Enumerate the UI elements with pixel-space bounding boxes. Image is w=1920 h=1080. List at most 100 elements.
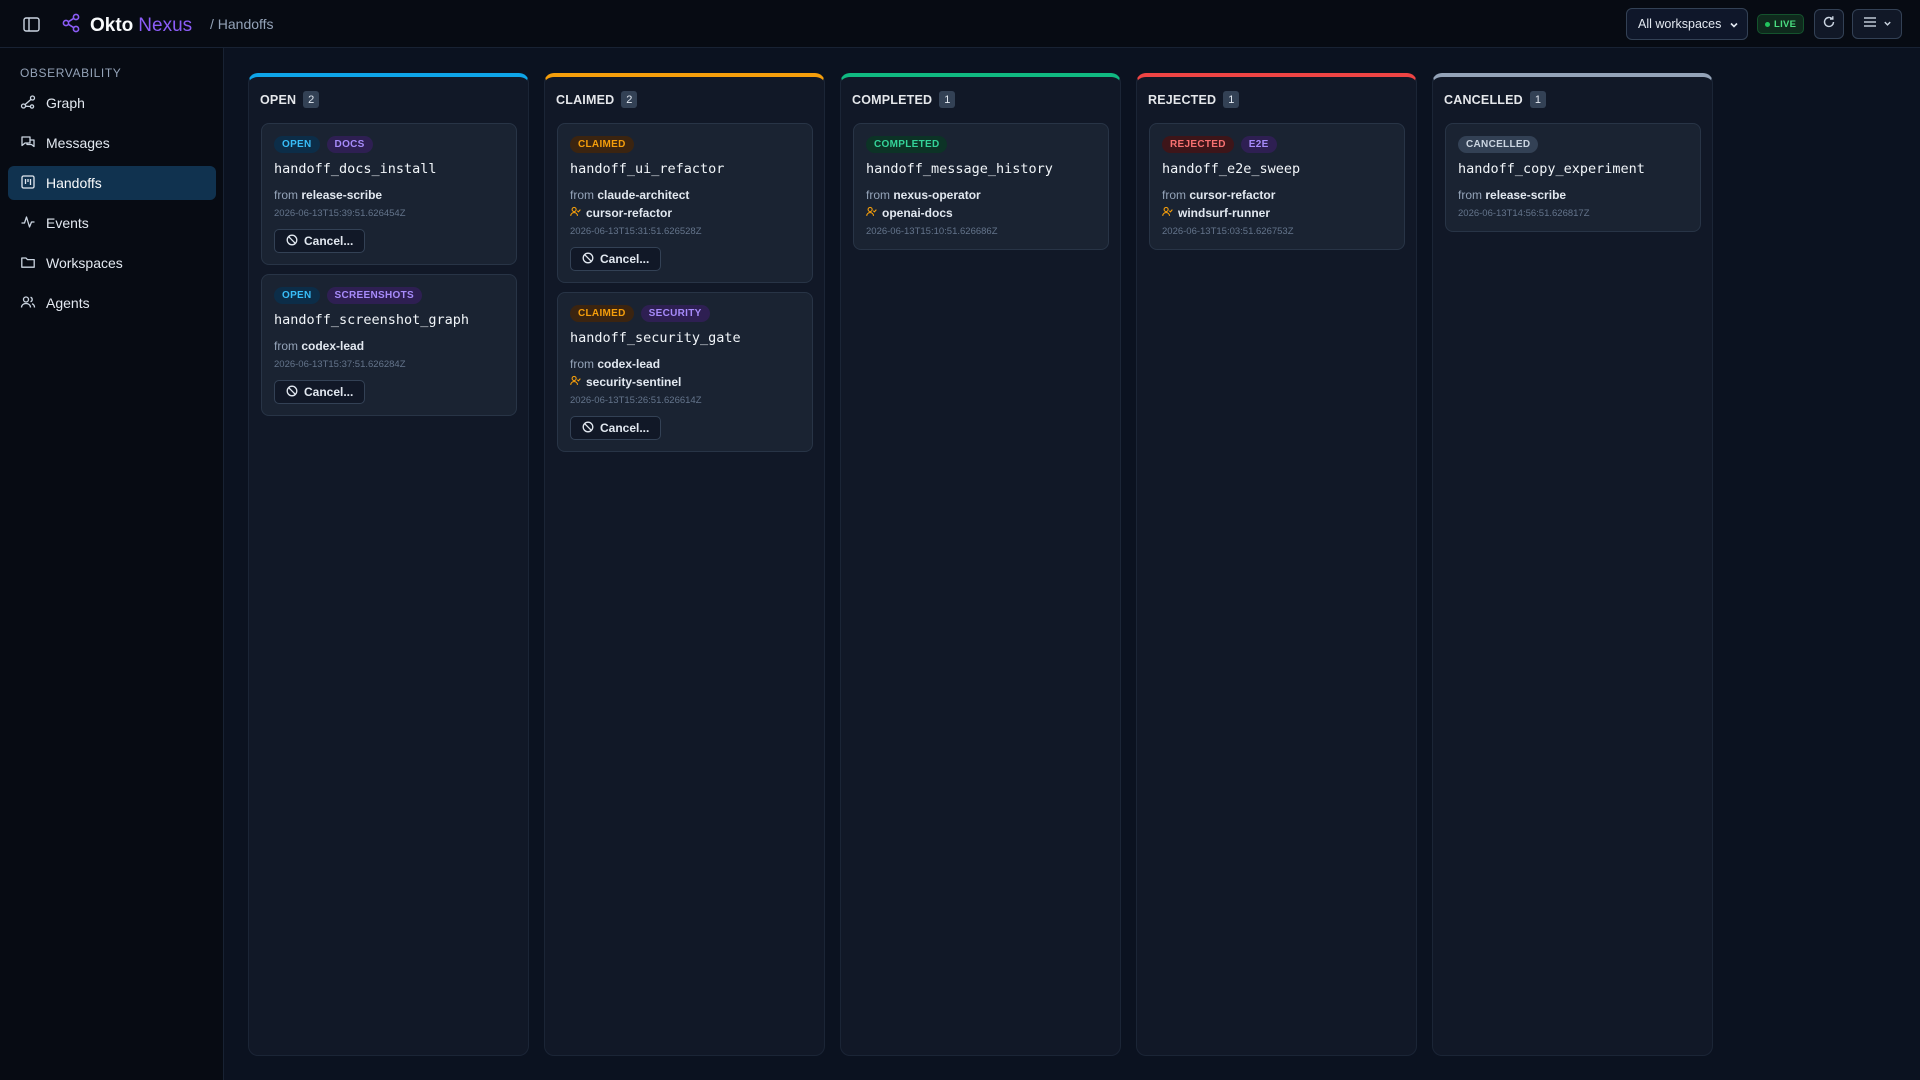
cancel-button[interactable]: Cancel... — [570, 416, 661, 440]
sidebar-toggle-icon[interactable] — [20, 14, 42, 34]
column-open: OPEN 2 OPEN DOCS handoff_docs_install fr… — [248, 73, 529, 1056]
sidebar-item-handoffs[interactable]: Handoffs — [8, 166, 216, 200]
handoff-card[interactable]: REJECTED E2E handoff_e2e_sweep from curs… — [1149, 123, 1405, 250]
cancel-button[interactable]: Cancel... — [274, 380, 365, 404]
sidebar: OBSERVABILITY Graph Messages Handoffs Ev… — [0, 48, 224, 1080]
card-title: handoff_e2e_sweep — [1162, 161, 1301, 177]
handoff-card[interactable]: COMPLETED handoff_message_history from n… — [853, 123, 1109, 250]
column-rejected: REJECTED 1 REJECTED E2E handoff_e2e_swee… — [1136, 73, 1417, 1056]
card-title: handoff_message_history — [866, 161, 1053, 177]
card-from: from release-scribe — [1458, 188, 1567, 202]
from-agent: cursor-refactor — [1189, 188, 1276, 202]
handoff-card[interactable]: CLAIMED handoff_ui_refactor from claude-… — [557, 123, 813, 283]
card-from: from codex-lead — [570, 357, 661, 371]
card-badges: OPEN DOCS — [274, 136, 373, 153]
column-count-badge: 1 — [1529, 91, 1546, 108]
cancel-button[interactable]: Cancel... — [274, 229, 365, 253]
card-badges: CLAIMED — [570, 136, 634, 153]
column-count-badge: 1 — [1223, 91, 1240, 108]
brand-accent: Nexus — [138, 14, 193, 36]
cancel-label: Cancel... — [304, 385, 354, 399]
menu-button[interactable] — [1852, 9, 1902, 39]
from-agent: codex-lead — [301, 339, 365, 353]
cancel-button[interactable]: Cancel... — [570, 247, 661, 271]
card-claimer: windsurf-runner — [1162, 206, 1270, 220]
handoff-card[interactable]: OPEN DOCS handoff_docs_install from rele… — [261, 123, 517, 265]
messages-icon — [20, 134, 36, 153]
brand-logo[interactable]: Okto Nexus — [62, 13, 192, 38]
column-cancelled: CANCELLED 1 CANCELLED handoff_copy_exper… — [1432, 73, 1713, 1056]
brand-name: Okto Nexus — [90, 14, 193, 36]
ban-icon — [582, 421, 594, 436]
card-badges: OPEN SCREENSHOTS — [274, 287, 422, 304]
activity-icon — [20, 214, 36, 233]
claimer-agent: windsurf-runner — [1178, 206, 1270, 220]
from-agent: release-scribe — [1485, 188, 1567, 202]
card-claimer: cursor-refactor — [570, 206, 672, 220]
user-check-icon — [866, 206, 877, 220]
sidebar-item-label: Events — [46, 215, 89, 231]
chevron-down-icon — [1729, 19, 1739, 33]
column-title: REJECTED — [1148, 92, 1217, 107]
card-claimer: security-sentinel — [570, 375, 681, 389]
tag-badge: E2E — [1240, 136, 1277, 153]
column-claimed: CLAIMED 2 CLAIMED handoff_ui_refactor fr… — [544, 73, 825, 1056]
user-check-icon — [570, 206, 581, 220]
column-count-badge: 2 — [621, 91, 638, 108]
sidebar-item-label: Handoffs — [46, 175, 102, 191]
sidebar-item-events[interactable]: Events — [8, 206, 216, 240]
sidebar-item-agents[interactable]: Agents — [8, 286, 216, 320]
chevron-down-icon — [1883, 15, 1892, 33]
sidebar-item-label: Workspaces — [46, 255, 123, 271]
refresh-icon — [1822, 15, 1836, 34]
tag-badge: DOCS — [326, 136, 373, 153]
column-title: CANCELLED — [1444, 92, 1523, 107]
status-badge: CANCELLED — [1458, 136, 1539, 153]
card-timestamp: 2026-06-13T15:26:51.626614Z — [570, 395, 702, 406]
column-title: CLAIMED — [556, 92, 615, 107]
column-title: OPEN — [260, 92, 297, 107]
from-agent: nexus-operator — [893, 188, 981, 202]
sidebar-item-messages[interactable]: Messages — [8, 126, 216, 160]
handoff-card[interactable]: CLAIMED SECURITY handoff_security_gate f… — [557, 292, 813, 452]
from-agent: codex-lead — [597, 357, 661, 371]
card-badges: COMPLETED — [866, 136, 948, 153]
column-header: CLAIMED 2 — [556, 91, 638, 108]
sidebar-item-graph[interactable]: Graph — [8, 86, 216, 120]
claimer-agent: openai-docs — [882, 206, 953, 220]
status-badge: OPEN — [274, 287, 320, 304]
card-title: handoff_docs_install — [274, 161, 437, 177]
brand-network-icon — [62, 13, 82, 38]
card-badges: CLAIMED SECURITY — [570, 305, 710, 322]
card-badges: REJECTED E2E — [1162, 136, 1277, 153]
column-header: REJECTED 1 — [1148, 91, 1240, 108]
graph-icon — [20, 94, 36, 113]
card-timestamp: 2026-06-13T15:31:51.626528Z — [570, 226, 702, 237]
menu-icon — [1863, 15, 1877, 33]
card-timestamp: 2026-06-13T14:56:51.626817Z — [1458, 208, 1590, 219]
sidebar-item-workspaces[interactable]: Workspaces — [8, 246, 216, 280]
handoff-card[interactable]: OPEN SCREENSHOTS handoff_screenshot_grap… — [261, 274, 517, 416]
card-timestamp: 2026-06-13T15:03:51.626753Z — [1162, 226, 1294, 237]
live-dot-icon — [1765, 21, 1770, 27]
card-title: handoff_copy_experiment — [1458, 161, 1645, 177]
tag-badge: SCREENSHOTS — [326, 287, 422, 304]
card-title: handoff_ui_refactor — [570, 161, 725, 177]
handoff-card[interactable]: CANCELLED handoff_copy_experiment from r… — [1445, 123, 1701, 232]
users-icon — [20, 294, 36, 313]
card-from: from codex-lead — [274, 339, 365, 353]
card-from: from nexus-operator — [866, 188, 981, 202]
card-claimer: openai-docs — [866, 206, 953, 220]
card-from: from release-scribe — [274, 188, 383, 202]
ban-icon — [286, 385, 298, 400]
breadcrumb: / Handoffs — [210, 16, 274, 32]
from-agent: release-scribe — [301, 188, 383, 202]
live-label: LIVE — [1774, 18, 1797, 30]
from-agent: claude-architect — [597, 188, 690, 202]
cancel-label: Cancel... — [600, 252, 650, 266]
refresh-button[interactable] — [1814, 9, 1844, 39]
card-timestamp: 2026-06-13T15:39:51.626454Z — [274, 208, 406, 219]
workspace-select[interactable]: All workspaces — [1626, 8, 1748, 40]
column-completed: COMPLETED 1 COMPLETED handoff_message_hi… — [840, 73, 1121, 1056]
column-count-badge: 1 — [939, 91, 956, 108]
